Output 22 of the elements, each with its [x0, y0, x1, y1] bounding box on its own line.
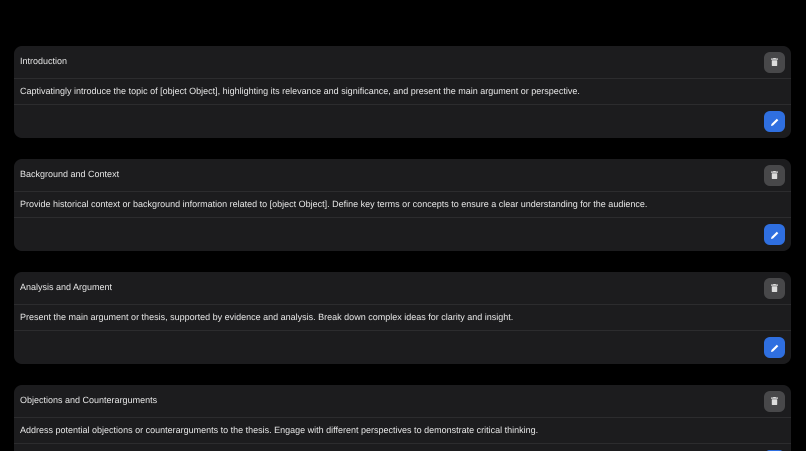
trash-icon [771, 58, 778, 66]
section-title: Objections and Counterarguments [20, 394, 158, 408]
trash-icon [771, 397, 778, 405]
edit-button[interactable] [764, 224, 785, 245]
edit-button[interactable] [764, 111, 785, 132]
section-description: Present the main argument or thesis, supported by evidence and analysis. Break down complex ideas for clarity and insight. [20, 310, 514, 324]
section-description: Address potential objections or counterarguments to the thesis. Engage with different perspectives to demonstrate critical thinking. [20, 424, 538, 437]
edit-button[interactable] [764, 337, 785, 358]
delete-button[interactable] [764, 52, 785, 72]
trash-icon [771, 171, 778, 179]
trash-icon [771, 284, 778, 292]
section-title: Introduction [20, 55, 68, 68]
delete-button[interactable] [764, 278, 785, 298]
pencil-icon [770, 230, 778, 238]
delete-button[interactable] [764, 390, 785, 412]
section-title: Analysis and Argument [20, 281, 112, 294]
section-title: Background and Context [20, 168, 120, 182]
pencil-icon [770, 118, 778, 126]
pencil-icon [770, 344, 778, 352]
delete-button[interactable] [764, 164, 785, 186]
section-description: Captivatingly introduce the topic of [object Object], highlighting its relevance and significance, and present the main argument or perspective. [20, 84, 580, 98]
section-description: Provide historical context or background information related to [object Object]. Define key terms or concepts to ensure a clear understanding for the audience. [20, 198, 648, 211]
